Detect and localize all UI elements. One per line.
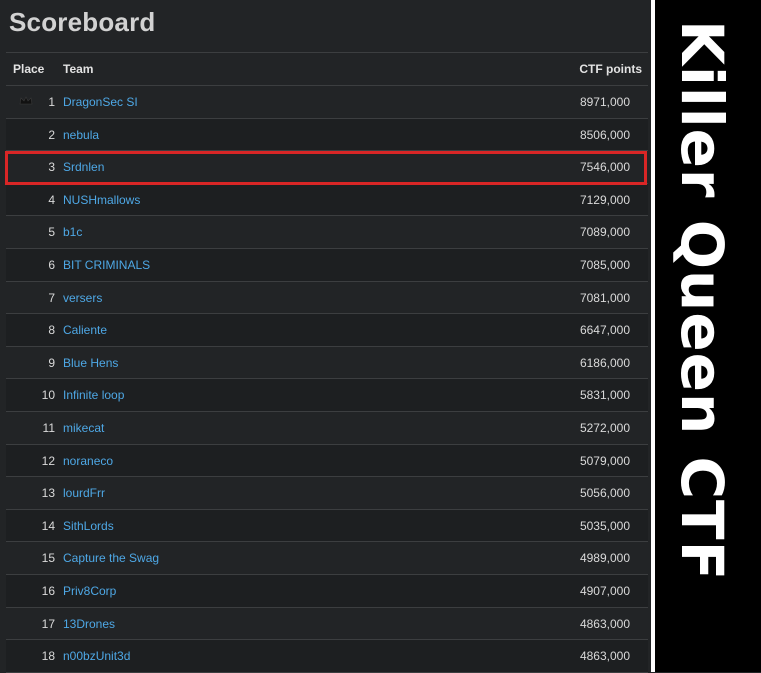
scoreboard-table: Place Team CTF points 1 DragonSec SI 8971,…: [6, 53, 648, 673]
points-cell: 4863,000: [579, 616, 630, 631]
table-row: 4 NUSHmallows 7129,000: [6, 183, 648, 217]
points-cell: 5272,000: [579, 420, 630, 435]
place-cell: 14: [41, 518, 55, 533]
points-cell: 5079,000: [579, 453, 630, 468]
table-row: 6 BIT CRIMINALS 7085,000: [6, 248, 648, 282]
place-cell: 1: [48, 95, 55, 109]
place-cell: 9: [48, 355, 55, 370]
points-cell: 7081,000: [579, 290, 630, 305]
team-link[interactable]: NUSHmallows: [63, 193, 140, 207]
team-link[interactable]: Blue Hens: [63, 356, 118, 370]
table-row: 18 n00bzUnit3d 4863,000: [6, 640, 648, 673]
points-cell: 6186,000: [579, 355, 630, 370]
team-link[interactable]: n00bzUnit3d: [63, 649, 130, 663]
team-link[interactable]: Srdnlen: [63, 160, 104, 174]
table-row: 7 versers 7081,000: [6, 281, 648, 315]
table-row: 16 Priv8Corp 4907,000: [6, 574, 648, 608]
page-title: Scoreboard: [9, 7, 156, 37]
team-link[interactable]: Capture the Swag: [63, 551, 159, 565]
points-cell: 4863,000: [579, 649, 630, 664]
team-link[interactable]: BIT CRIMINALS: [63, 258, 150, 272]
table-row: 15 Capture the Swag 4989,000: [6, 542, 648, 575]
place-cell: 5: [48, 225, 55, 240]
points-cell: 8971,000: [579, 95, 630, 109]
team-link[interactable]: 13Drones: [63, 617, 115, 631]
points-cell: 5831,000: [579, 388, 630, 403]
team-link[interactable]: nebula: [63, 128, 99, 142]
side-banner: Killer Queen CTF: [655, 0, 761, 672]
table-row: 12 noraneco 5079,000: [6, 444, 648, 478]
team-link[interactable]: DragonSec SI: [63, 95, 138, 109]
points-cell: 5056,000: [579, 486, 630, 501]
place-cell: 2: [48, 127, 55, 142]
column-header-ctf-points[interactable]: CTF points: [579, 62, 642, 76]
points-cell: 6647,000: [579, 323, 630, 338]
table-row: 11 mikecat 5272,000: [6, 411, 648, 445]
points-cell: 5035,000: [579, 518, 630, 533]
table-row: 17 13Drones 4863,000: [6, 607, 648, 641]
place-cell: 16: [41, 583, 55, 598]
banner-text: Killer Queen CTF: [668, 20, 736, 582]
place-cell: 7: [48, 290, 55, 305]
place-cell: 13: [41, 486, 55, 501]
team-link[interactable]: lourdFrr: [63, 486, 105, 500]
team-link[interactable]: b1c: [63, 225, 82, 239]
points-cell: 8506,000: [579, 127, 630, 142]
team-link[interactable]: mikecat: [63, 421, 104, 435]
table-row: 2 nebula 8506,000: [6, 118, 648, 152]
table-row: 3 Srdnlen 7546,000: [6, 151, 648, 184]
table-row: 10 Infinite loop 5831,000: [6, 379, 648, 412]
place-cell: 8: [48, 323, 55, 338]
place-cell: 17: [41, 616, 55, 631]
column-header-team[interactable]: Team: [63, 62, 93, 76]
points-cell: 7129,000: [579, 192, 630, 207]
team-link[interactable]: versers: [63, 291, 102, 305]
place-cell: 15: [41, 551, 55, 566]
place-cell: 6: [48, 257, 55, 272]
team-link[interactable]: SithLords: [63, 519, 114, 533]
place-cell: 11: [42, 420, 55, 435]
place-cell: 18: [41, 649, 55, 664]
points-cell: 7546,000: [579, 160, 630, 175]
team-link[interactable]: Caliente: [63, 323, 107, 337]
team-link[interactable]: noraneco: [63, 454, 113, 468]
table-body: 1 DragonSec SI 8971,000 2 nebula 8506,000 3 Srd…: [6, 86, 648, 673]
place-cell: 3: [48, 160, 55, 175]
column-header-place[interactable]: Place: [13, 62, 44, 76]
team-link[interactable]: Infinite loop: [63, 388, 124, 402]
table-row: 1 DragonSec SI 8971,000: [6, 86, 648, 119]
place-cell: 12: [41, 453, 55, 468]
table-row: 5 b1c 7089,000: [6, 216, 648, 249]
place-cell: 10: [41, 388, 55, 403]
team-link[interactable]: Priv8Corp: [63, 584, 116, 598]
table-row: 9 Blue Hens 6186,000: [6, 346, 648, 380]
table-row: 14 SithLords 5035,000: [6, 509, 648, 543]
points-cell: 4907,000: [579, 583, 630, 598]
table-row: 8 Caliente 6647,000: [6, 314, 648, 347]
points-cell: 4989,000: [579, 551, 630, 566]
table-row: 13 lourdFrr 5056,000: [6, 477, 648, 510]
scoreboard-panel: Scoreboard Place Team CTF points 1 Dragon…: [0, 0, 651, 673]
place-cell: 4: [48, 192, 55, 207]
table-header: Place Team CTF points: [6, 53, 648, 86]
points-cell: 7089,000: [579, 225, 630, 240]
points-cell: 7085,000: [579, 257, 630, 272]
